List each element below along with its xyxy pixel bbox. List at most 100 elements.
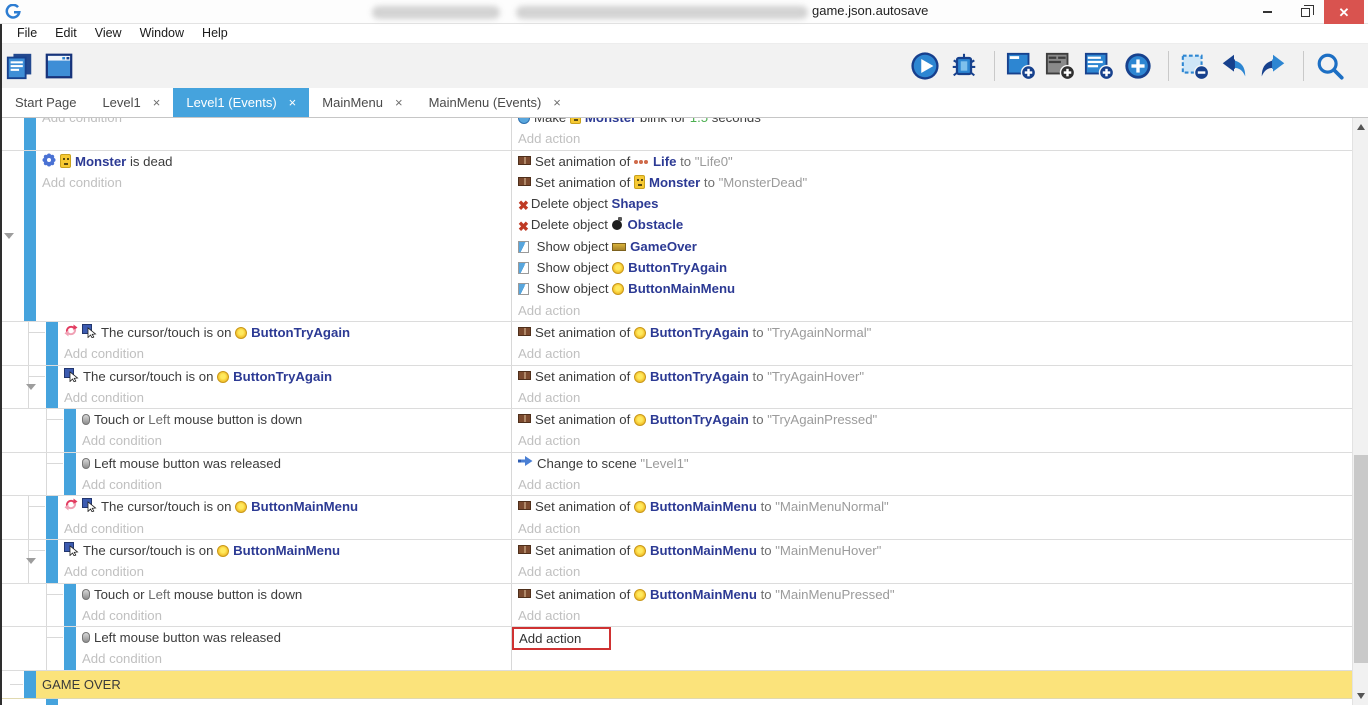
- add-condition-button[interactable]: Add condition: [64, 518, 507, 539]
- play-button[interactable]: [911, 50, 943, 82]
- collapse-arrow-icon[interactable]: [4, 233, 14, 239]
- add-event-button[interactable]: [1007, 50, 1039, 82]
- scroll-up-arrow-icon[interactable]: [1357, 124, 1365, 130]
- debug-button[interactable]: [950, 50, 982, 82]
- add-action-button[interactable]: Add action: [518, 561, 1348, 582]
- event-selection-bar[interactable]: [24, 671, 36, 698]
- add-action-button[interactable]: Add action: [518, 343, 1348, 364]
- conditions-cell: The cursor/touch is on ButtonTryAgainAdd…: [58, 322, 512, 365]
- tab-close-icon[interactable]: ×: [395, 95, 403, 110]
- event-selection-bar[interactable]: [64, 627, 76, 670]
- condition-line[interactable]: Touch or Left mouse button is down: [82, 409, 507, 430]
- action-line[interactable]: Set animation of ButtonTryAgain to "TryA…: [518, 322, 1348, 343]
- add-action-button[interactable]: Add action: [518, 300, 1348, 321]
- add-comment-button[interactable]: [1085, 50, 1117, 82]
- action-line[interactable]: ✖Delete object Shapes: [518, 193, 1348, 214]
- event-selection-bar[interactable]: [24, 151, 36, 321]
- action-line[interactable]: Show object GameOver: [518, 236, 1348, 257]
- add-condition-button[interactable]: Add condition: [42, 118, 507, 128]
- add-condition-button[interactable]: Add condition: [42, 172, 507, 193]
- action-line[interactable]: Show object ButtonTryAgain: [518, 257, 1348, 278]
- menu-item-help[interactable]: Help: [193, 24, 237, 43]
- add-action-button[interactable]: Add action: [518, 128, 1348, 149]
- remove-selection-button[interactable]: [1181, 50, 1213, 82]
- close-button[interactable]: ✕: [1324, 0, 1364, 24]
- collapse-arrow-icon[interactable]: [26, 558, 36, 564]
- actions-cell: Set animation of ButtonMainMenu to "Main…: [512, 584, 1352, 627]
- tab-close-icon[interactable]: ×: [289, 95, 297, 110]
- action-line[interactable]: ✖Delete object Obstacle: [518, 214, 1348, 235]
- add-condition-button[interactable]: Add condition: [64, 561, 507, 582]
- add-condition-button[interactable]: Add condition: [82, 474, 507, 495]
- menu-item-window[interactable]: Window: [131, 24, 193, 43]
- project-manager-button[interactable]: [6, 50, 38, 82]
- vertical-scrollbar[interactable]: [1352, 118, 1368, 705]
- event-selection-bar[interactable]: [64, 584, 76, 627]
- undo-button[interactable]: [1220, 50, 1252, 82]
- minimize-button[interactable]: [1248, 0, 1286, 24]
- play-icon: [910, 51, 940, 81]
- tab-level1-events-[interactable]: Level1 (Events)×: [173, 88, 309, 117]
- menu-item-file[interactable]: File: [8, 24, 46, 43]
- tab-level1[interactable]: Level1×: [89, 88, 173, 117]
- action-line[interactable]: Set animation of ButtonMainMenu to "Main…: [518, 540, 1348, 561]
- add-action-button[interactable]: Add action: [518, 474, 1348, 495]
- add-action-button[interactable]: Add action: [518, 605, 1348, 626]
- add-action-button[interactable]: Add action: [518, 430, 1348, 451]
- condition-line[interactable]: Left mouse button was released: [82, 453, 507, 474]
- condition-line[interactable]: Left mouse button was released: [82, 627, 507, 648]
- condition-line[interactable]: Touch or Left mouse button is down: [82, 584, 507, 605]
- action-line[interactable]: Set animation of ButtonTryAgain to "TryA…: [518, 366, 1348, 387]
- add-action-button[interactable]: Add action: [518, 627, 1348, 648]
- event-selection-bar[interactable]: [46, 540, 58, 583]
- menu-item-edit[interactable]: Edit: [46, 24, 86, 43]
- condition-line[interactable]: Monster is dead: [42, 151, 507, 172]
- event-selection-bar[interactable]: [46, 322, 58, 365]
- add-action-button[interactable]: Add action: [518, 387, 1348, 408]
- event-selection-bar[interactable]: [46, 699, 58, 705]
- tab-mainmenu-events-[interactable]: MainMenu (Events)×: [416, 88, 574, 117]
- tab-close-icon[interactable]: ×: [153, 95, 161, 110]
- action-line[interactable]: Show object ButtonMainMenu: [518, 278, 1348, 299]
- redo-button[interactable]: [1259, 50, 1291, 82]
- condition-line[interactable]: The cursor/touch is on ButtonMainMenu: [64, 496, 507, 517]
- restore-button[interactable]: [1286, 0, 1324, 24]
- event-selection-bar[interactable]: [46, 496, 58, 539]
- scrollbar-thumb[interactable]: [1354, 455, 1368, 663]
- action-line[interactable]: Set animation of Life to "Life0": [518, 151, 1348, 172]
- tab-start-page[interactable]: Start Page: [2, 88, 89, 117]
- action-line[interactable]: Set animation of ButtonTryAgain to "TryA…: [518, 409, 1348, 430]
- cursor-icon: [64, 542, 79, 563]
- text-segment: Set animation of: [535, 587, 634, 602]
- add-action-button[interactable]: Add action: [518, 518, 1348, 539]
- action-line[interactable]: Make Monster blink for 1.5 seconds: [518, 118, 1348, 128]
- collapse-arrow-icon[interactable]: [26, 384, 36, 390]
- add-condition-button[interactable]: Add condition: [82, 430, 507, 451]
- menu-item-view[interactable]: View: [86, 24, 131, 43]
- event-selection-bar[interactable]: [46, 366, 58, 409]
- add-condition-button[interactable]: Add condition: [82, 648, 507, 669]
- tab-close-icon[interactable]: ×: [553, 95, 561, 110]
- condition-line[interactable]: The cursor/touch is on ButtonTryAgain: [64, 366, 507, 387]
- add-circle-button[interactable]: [1124, 50, 1156, 82]
- scroll-down-arrow-icon[interactable]: [1357, 693, 1365, 699]
- event-selection-bar[interactable]: [64, 409, 76, 452]
- add-subevent-button[interactable]: [1046, 50, 1078, 82]
- toolbar-separator: [994, 51, 995, 81]
- add-condition-button[interactable]: Add condition: [64, 387, 507, 408]
- action-line[interactable]: Set animation of ButtonMainMenu to "Main…: [518, 496, 1348, 517]
- action-line[interactable]: Set animation of ButtonMainMenu to "Main…: [518, 584, 1348, 605]
- condition-line[interactable]: The cursor/touch is on ButtonMainMenu: [64, 540, 507, 561]
- comment-text[interactable]: GAME OVER: [36, 671, 1352, 698]
- condition-line[interactable]: The cursor/touch is on ButtonTryAgain: [64, 322, 507, 343]
- event-selection-bar[interactable]: [64, 453, 76, 496]
- search-button[interactable]: [1316, 50, 1348, 82]
- scene-editor-button[interactable]: [45, 50, 77, 82]
- tab-mainmenu[interactable]: MainMenu×: [309, 88, 415, 117]
- action-line[interactable]: Set animation of Monster to "MonsterDead…: [518, 172, 1348, 193]
- event-selection-bar[interactable]: [24, 118, 36, 150]
- text-segment: ButtonMainMenu: [650, 499, 757, 514]
- action-line[interactable]: Change to scene "Level1": [518, 453, 1348, 474]
- add-condition-button[interactable]: Add condition: [64, 343, 507, 364]
- add-condition-button[interactable]: Add condition: [82, 605, 507, 626]
